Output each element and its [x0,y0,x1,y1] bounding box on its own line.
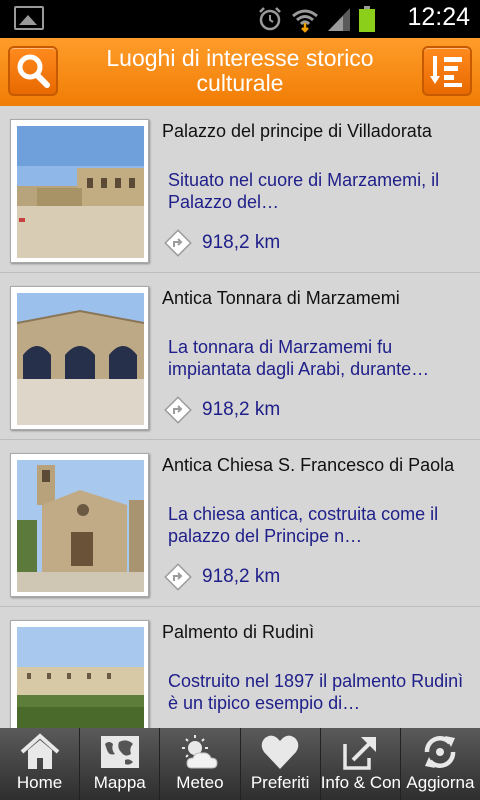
place-name: Palmento di Rudinì [162,622,315,642]
page-title: Luoghi di interesse storico culturale [106,45,374,96]
wifi-icon [292,9,318,33]
place-photo [10,453,149,597]
tab-map[interactable]: Mappa [80,728,161,800]
tab-label: Info & Contatti [320,773,401,792]
tab-favorites[interactable]: Preferiti [241,728,321,800]
share-icon [343,737,377,770]
place-name: Antica Chiesa S. Francesco di Paola [162,455,455,475]
tab-label: Mappa [93,773,146,792]
places-list: Palazzo del principe di Villadorata Situ… [0,106,480,728]
distance-row: 918,2 km [164,228,280,258]
sort-button[interactable] [422,46,472,96]
tab-label: Preferiti [250,773,310,792]
distance-row: 918,2 km [164,562,280,592]
bottom-tab-bar: Home Mappa Meteo Preferiti Info & Con Ag… [0,728,480,800]
status-bar: 12:24 [0,0,480,38]
place-description: La tonnara di Marzamemi fu impiantata da… [168,337,430,379]
alarm-icon [259,7,281,31]
place-distance: 918,2 km [202,566,281,587]
list-item[interactable]: Palazzo del principe di Villadorata Situ… [0,106,480,273]
sort-list-icon [430,56,462,87]
place-description: La chiesa antica, costruita come il pala… [168,504,439,546]
heart-icon [261,735,299,769]
place-distance: 918,2 km [202,399,281,420]
place-name: Palazzo del principe di Villadorata [162,121,432,141]
distance-row: 918,2 km [164,395,280,425]
battery-icon [359,6,375,32]
tab-weather[interactable]: Meteo [160,728,241,800]
directions-icon [164,396,192,424]
tab-refresh[interactable]: Aggiorna [401,728,480,800]
tab-info[interactable]: Info & Contatti [321,728,401,800]
gallery-notification-icon [14,6,44,30]
list-item[interactable]: Antica Chiesa S. Francesco di Paola La c… [0,440,480,607]
weather-icon [181,735,218,769]
home-icon [20,733,59,769]
directions-icon [164,563,192,591]
list-item[interactable]: Antica Tonnara di Marzamemi La tonnara d… [0,273,480,440]
refresh-icon [425,736,456,768]
tab-label: Meteo [176,773,224,792]
clock: 12:24 [407,3,470,31]
place-photo [10,119,149,263]
tab-label: Home [16,773,63,792]
tab-home[interactable]: Home [0,728,81,800]
place-description: Situato nel cuore di Marzamemi, il Palaz… [168,170,440,212]
list-item[interactable]: Palmento di Rudinì Costruito nel 1897 il… [0,607,480,728]
map-icon [100,736,139,768]
directions-icon [164,229,192,257]
signal-icon [328,8,350,31]
place-description: Costruito nel 1897 il palmento Rudinì è … [168,671,464,713]
place-photo [10,286,149,430]
place-name: Antica Tonnara di Marzamemi [162,288,400,308]
place-photo [10,620,149,728]
place-distance: 918,2 km [202,232,281,253]
header-bar: Luoghi di interesse storico culturale [0,38,480,106]
search-button[interactable] [8,46,58,96]
tab-label: Aggiorna [406,773,475,792]
search-icon [17,54,50,88]
